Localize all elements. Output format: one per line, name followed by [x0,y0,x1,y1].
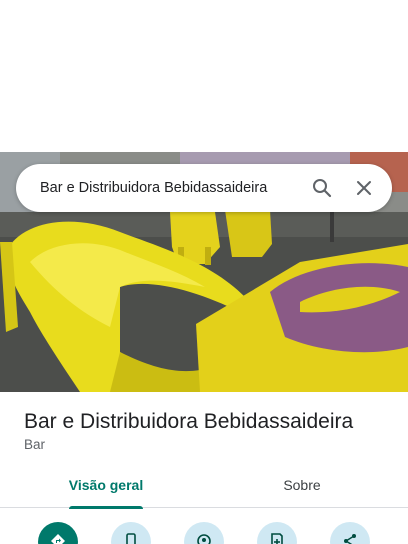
save-icon [271,533,283,544]
tab-bar: Visão geral Sobre [0,462,408,509]
action-buttons-row [0,522,408,544]
map-area-blank [0,0,408,152]
share-icon [344,534,356,544]
search-input[interactable]: Bar e Distribuidora Bebidassaideira [40,180,310,196]
search-icon[interactable] [310,176,334,200]
location-share-button[interactable] [184,522,224,544]
directions-button[interactable] [38,522,78,544]
place-title: Bar e Distribuidora Bebidassaideira [24,410,354,433]
location-share-icon [197,534,211,544]
place-details-page: Bar e Distribuidora Bebidassaideira Bar … [0,0,408,544]
close-icon[interactable] [352,176,376,200]
phone-icon [126,533,136,544]
tab-overview[interactable]: Visão geral [51,462,161,509]
tab-about[interactable]: Sobre [247,462,357,508]
call-button[interactable] [111,522,151,544]
share-button[interactable] [330,522,370,544]
tab-overview-label: Visão geral [68,477,144,493]
tab-about-label: Sobre [283,477,321,493]
search-bar[interactable]: Bar e Distribuidora Bebidassaideira [16,164,392,212]
tab-selected-indicator [69,506,143,509]
directions-icon [51,534,65,544]
place-category[interactable]: Bar [24,437,45,452]
save-button[interactable] [257,522,297,544]
